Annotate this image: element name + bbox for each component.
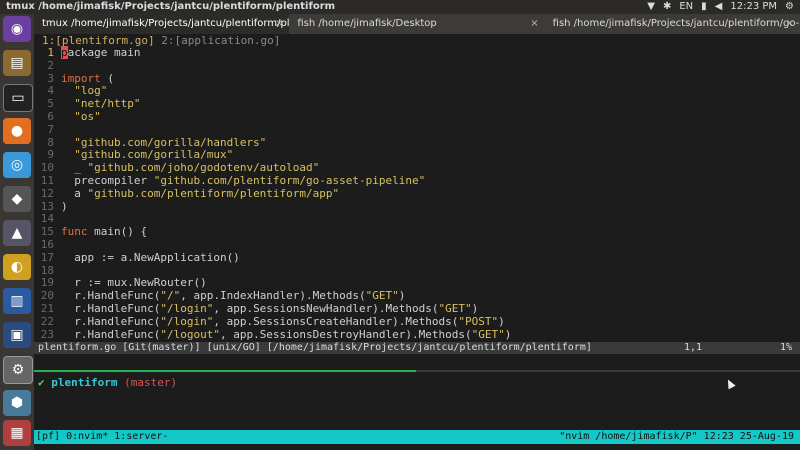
volume-icon[interactable]: ◀	[715, 0, 723, 14]
updater-icon[interactable]: ⬢	[3, 390, 31, 416]
line-text: import (	[61, 71, 114, 85]
code-line[interactable]: 5 "net/http"	[34, 97, 800, 111]
code-line[interactable]: 17 app := a.NewApplication()	[34, 250, 800, 265]
close-icon[interactable]: ×	[786, 14, 794, 34]
line-number: 2	[47, 58, 54, 72]
code-line[interactable]: 15 func main() {	[34, 225, 800, 239]
line-text: func main() {	[61, 225, 148, 239]
network-icon[interactable]: ▼	[647, 0, 655, 14]
ubuntu-dash-icon[interactable]: ◉	[3, 16, 31, 42]
tmux-status-right: "nvim /home/jimafisk/P" 12:23 25-Aug-19	[559, 431, 794, 442]
chromium-icon[interactable]: ◎	[3, 152, 31, 178]
code-line[interactable]: 13)	[34, 199, 800, 214]
battery-icon[interactable]: ▮	[701, 0, 707, 14]
code-line[interactable]: 1 package main	[34, 46, 800, 60]
code-line[interactable]: 14	[34, 213, 800, 226]
statusline-percent: 1%	[779, 342, 792, 353]
line-number: 12	[40, 186, 54, 200]
line-number: 21	[40, 301, 54, 315]
buffer-tabs: 1:[plentiform.go] 2:[application.go]	[34, 34, 800, 47]
line-number: 11	[40, 173, 54, 187]
line-number: 23	[40, 327, 54, 341]
terminal-icon[interactable]: ▭	[3, 84, 33, 112]
app-icon[interactable]: ◐	[3, 254, 31, 280]
window-title: tmux /home/jimafisk/Projects/jantcu/plen…	[6, 1, 336, 12]
shell-pane[interactable]: ✔ plentiform (master)	[34, 374, 800, 430]
line-text: package main	[61, 46, 141, 59]
tmux-session: [pf]	[36, 431, 61, 442]
tab-label: tmux /home/jimafisk/Projects/jantcu/plen…	[42, 18, 290, 29]
tab-fish-desktop[interactable]: fish /home/jimafisk/Desktop ×	[289, 14, 544, 34]
gimp-icon[interactable]: ◆	[3, 186, 31, 212]
tmux-window-0[interactable]: 0:nvim*	[66, 430, 108, 444]
tab-label: fish /home/jimafisk/Projects/jantcu/plen…	[552, 18, 800, 29]
firefox-icon[interactable]: ●	[3, 118, 31, 144]
line-text: )	[61, 199, 68, 213]
line-number: 1	[47, 46, 54, 59]
nvim-editor[interactable]: 1:[plentiform.go] 2:[application.go] 1 pa…	[34, 34, 800, 342]
statusline-file-info: plentiform.go [Git(master)] [unix/GO] [/…	[38, 342, 592, 353]
prompt-project: plentiform	[51, 376, 118, 389]
clock[interactable]: 12:23 PM	[730, 0, 777, 14]
line-text: r.HandleFunc("/logout", app.SessionsDest…	[61, 327, 512, 341]
system-tray: ▼ ✱ EN ▮ ◀ 12:23 PM ⚙	[647, 0, 794, 14]
code-area[interactable]: 1 package main 2 3 import (4 "log" 5 "net/htt…	[34, 46, 800, 342]
active-pane-indicator	[34, 370, 416, 372]
buffer-tab-other[interactable]: 2:[application.go]	[161, 34, 280, 47]
line-text: r.HandleFunc("/login", app.SessionsNewHa…	[61, 301, 479, 315]
files-icon[interactable]: ▤	[3, 50, 31, 76]
line-text: r := mux.NewRouter()	[61, 276, 207, 290]
line-text: a "github.com/plentiform/plentiform/app"	[61, 186, 340, 200]
code-line[interactable]: 4 "log"	[34, 84, 800, 98]
line-number: 22	[40, 314, 54, 328]
terminal-tab-bar: tmux /home/jimafisk/Projects/jantcu/plen…	[34, 14, 800, 34]
libreoffice-icon[interactable]: ▥	[3, 288, 31, 314]
prompt-branch: (master)	[124, 376, 178, 389]
tab-tmux[interactable]: tmux /home/jimafisk/Projects/jantcu/plen…	[34, 14, 290, 34]
tmux-window-1[interactable]: 1:server-	[114, 430, 168, 444]
line-text: "github.com/gorilla/mux"	[74, 148, 234, 162]
code-line[interactable]: 6 "os"	[34, 109, 800, 124]
code-line[interactable]: 3 import (	[34, 71, 800, 86]
code-line[interactable]: 12 a "github.com/plentiform/plentiform/a…	[34, 186, 800, 201]
system-top-bar: tmux /home/jimafisk/Projects/jantcu/plen…	[0, 0, 800, 14]
bluetooth-icon[interactable]: ✱	[663, 0, 671, 14]
tab-fish-go[interactable]: fish /home/jimafisk/Projects/jantcu/plen…	[545, 14, 800, 34]
line-text: _ "github.com/joho/godotenv/autoload"	[61, 161, 320, 175]
line-number: 17	[40, 250, 54, 264]
code-line[interactable]: 23 r.HandleFunc("/logout", app.SessionsD…	[34, 327, 800, 342]
line-text: app := a.NewApplication()	[61, 250, 240, 264]
settings-icon[interactable]: ⚙	[3, 356, 33, 384]
trash-icon[interactable]: ▦	[3, 420, 31, 446]
line-text: precompiler "github.com/plentiform/go-as…	[61, 173, 426, 187]
settings-gear-icon[interactable]: ⚙	[785, 0, 794, 14]
tmux-status-bar: [pf] 0:nvim* 1:server- "nvim /home/jimaf…	[34, 430, 800, 444]
statusline-position: 1,1	[684, 342, 703, 353]
line-text: "github.com/gorilla/handlers"	[74, 135, 267, 149]
pane-divider[interactable]	[34, 370, 800, 372]
inkscape-icon[interactable]: ▲	[3, 220, 31, 246]
line-number: 16	[40, 237, 54, 251]
tab-label: fish /home/jimafisk/Desktop	[297, 18, 437, 29]
line-text: r.HandleFunc("/", app.IndexHandler).Meth…	[61, 289, 406, 303]
text-cursor: p	[61, 46, 68, 59]
software-icon[interactable]: ▣	[3, 322, 31, 348]
line-number: 6	[47, 109, 54, 123]
close-icon[interactable]: ×	[530, 14, 538, 34]
launcher-sidebar: ◉ ▤ ▭ ● ◎ ◆ ▲ ◐ ▥ ▣ ⚙ ⬢ ▦	[0, 14, 34, 450]
code-line[interactable]: 2	[34, 58, 800, 73]
line-text: "net/http"	[74, 97, 141, 111]
line-text: "os"	[74, 109, 101, 123]
close-icon[interactable]: ×	[275, 14, 283, 34]
nvim-statusline: plentiform.go [Git(master)] [unix/GO] [/…	[34, 342, 800, 354]
keyboard-language[interactable]: EN	[679, 0, 693, 14]
line-text: "log"	[74, 84, 108, 98]
line-text: r.HandleFunc("/login", app.SessionsCreat…	[61, 314, 505, 328]
prompt-check-icon: ✔	[38, 376, 45, 389]
line-number: 7	[47, 122, 54, 136]
